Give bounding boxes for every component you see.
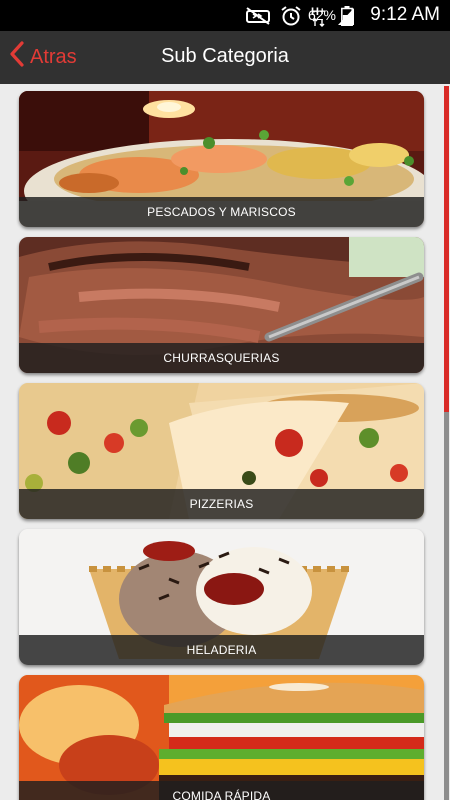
category-label: CHURRASQUERIAS (19, 343, 424, 373)
mute-icon (245, 6, 271, 31)
category-card-heladeria[interactable]: HELADERIA (19, 529, 424, 665)
status-icons: H+ (245, 5, 356, 32)
category-label: HELADERIA (19, 635, 424, 665)
category-card-churrasquerias[interactable]: CHURRASQUERIAS (19, 237, 424, 373)
scrollbar-thumb[interactable] (444, 86, 449, 412)
category-card-pescados[interactable]: PESCADOS Y MARISCOS (19, 91, 424, 227)
category-list[interactable]: PESCADOS Y MARISCOS CHURRASQUERIAS PIZZE… (0, 84, 450, 800)
scrollbar-remaining (444, 412, 449, 800)
category-card-pizzerias[interactable]: PIZZERIAS (19, 383, 424, 519)
clock: 9:12 AM (370, 4, 440, 25)
battery-percent: 62% (307, 7, 336, 23)
category-label: PIZZERIAS (19, 489, 424, 519)
app-bar: Atras Sub Categoria (0, 31, 450, 84)
category-card-comida-rapida[interactable]: COMIDA RÁPIDA (19, 675, 424, 800)
category-label: PESCADOS Y MARISCOS (19, 197, 424, 227)
page-title: Sub Categoria (161, 45, 289, 67)
category-label: COMIDA RÁPIDA (19, 781, 424, 800)
status-bar: H+ 62% 9:12 AM (0, 0, 450, 31)
alarm-icon (280, 5, 302, 32)
battery-icon (341, 6, 353, 31)
